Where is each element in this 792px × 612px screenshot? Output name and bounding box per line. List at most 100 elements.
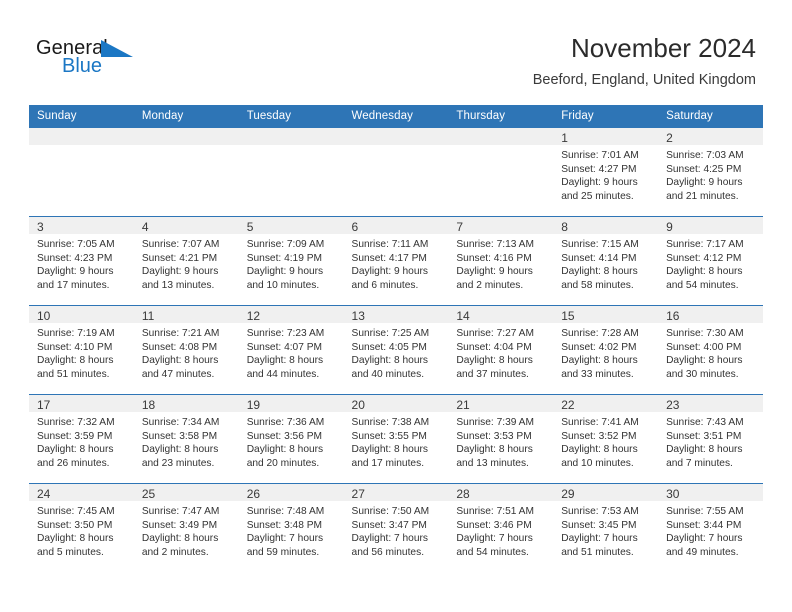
- calendar-day-cell[interactable]: 26 Sunrise: 7:48 AM Sunset: 3:48 PM Dayligh…: [238, 483, 344, 572]
- day-number-band: 6: [343, 217, 449, 234]
- calendar-day-cell[interactable]: 1 Sunrise: 7:01 AM Sunset: 4:27 PM Daylight…: [553, 127, 659, 217]
- day-number: 11: [141, 309, 155, 323]
- day-cell: 9 Sunrise: 7:17 AM Sunset: 4:12 PM Daylight…: [658, 217, 763, 305]
- sunset-text: Sunset: 4:21 PM: [141, 252, 218, 264]
- day-cell: 10 Sunrise: 7:19 AM Sunset: 4:10 PM Dayligh…: [29, 306, 134, 394]
- calendar-day-cell[interactable]: 5 Sunrise: 7:09 AM Sunset: 4:19 PM Daylight…: [238, 216, 344, 306]
- calendar-day-cell[interactable]: 21 Sunrise: 7:39 AM Sunset: 3:53 PM Dayligh…: [448, 394, 554, 484]
- day-details: Sunrise: 7:34 AM Sunset: 3:58 PM Daylight:…: [134, 412, 239, 470]
- calendar-week-row: 3 Sunrise: 7:05 AM Sunset: 4:23 PM Daylight…: [29, 216, 763, 306]
- daylight-text: Daylight: 8 hours: [141, 355, 219, 367]
- daylight-text-cont: and 26 minutes.: [37, 457, 110, 469]
- day-number: 8: [561, 220, 568, 234]
- sunset-text: Sunset: 3:50 PM: [37, 519, 113, 531]
- calendar-day-cell[interactable]: [448, 127, 554, 217]
- daylight-text-cont: and 56 minutes.: [351, 546, 425, 558]
- calendar-day-cell[interactable]: 27 Sunrise: 7:50 AM Sunset: 3:47 PM Dayligh…: [343, 483, 449, 572]
- calendar-day-cell[interactable]: 14 Sunrise: 7:27 AM Sunset: 4:04 PM Dayligh…: [448, 305, 554, 395]
- calendar-day-cell[interactable]: 23 Sunrise: 7:43 AM Sunset: 3:51 PM Dayligh…: [658, 394, 763, 484]
- day-cell: 14 Sunrise: 7:27 AM Sunset: 4:04 PM Dayligh…: [448, 306, 554, 394]
- sunrise-text: Sunrise: 7:25 AM: [351, 328, 430, 339]
- day-number-band: 8: [553, 217, 659, 234]
- calendar-day-cell[interactable]: 3 Sunrise: 7:05 AM Sunset: 4:23 PM Daylight…: [29, 216, 134, 306]
- day-details: Sunrise: 7:45 AM Sunset: 3:50 PM Daylight:…: [29, 501, 134, 559]
- calendar-day-cell[interactable]: [29, 127, 134, 217]
- sunrise-text: Sunrise: 7:09 AM: [246, 239, 325, 250]
- day-number-band: 11: [133, 306, 239, 323]
- sunrise-text: Sunrise: 7:45 AM: [37, 506, 115, 517]
- calendar-day-cell[interactable]: 12 Sunrise: 7:23 AM Sunset: 4:07 PM Dayligh…: [238, 305, 344, 395]
- page-title: November 2024: [571, 33, 756, 63]
- calendar-day-cell[interactable]: 17 Sunrise: 7:32 AM Sunset: 3:59 PM Dayligh…: [29, 394, 134, 484]
- calendar-day-cell[interactable]: 29 Sunrise: 7:53 AM Sunset: 3:45 PM Dayligh…: [553, 483, 659, 572]
- weekday-header-sunday: Sunday: [29, 105, 134, 128]
- day-number: 15: [561, 309, 575, 323]
- calendar-day-cell[interactable]: 6 Sunrise: 7:11 AM Sunset: 4:17 PM Daylight…: [343, 216, 449, 306]
- sunrise-text: Sunrise: 7:11 AM: [351, 239, 429, 250]
- calendar-day-cell[interactable]: 15 Sunrise: 7:28 AM Sunset: 4:02 PM Dayligh…: [553, 305, 659, 395]
- sunrise-text: Sunrise: 7:53 AM: [561, 506, 639, 517]
- weekday-header-tuesday: Tuesday: [238, 105, 344, 128]
- calendar-day-cell[interactable]: 24 Sunrise: 7:45 AM Sunset: 3:50 PM Dayligh…: [29, 483, 134, 572]
- daylight-text: Daylight: 8 hours: [561, 355, 638, 367]
- sunset-text: Sunset: 3:55 PM: [351, 430, 427, 442]
- daylight-text: Daylight: 7 hours: [351, 533, 428, 545]
- daylight-text: Daylight: 9 hours: [141, 266, 219, 278]
- calendar-day-cell[interactable]: 2 Sunrise: 7:03 AM Sunset: 4:25 PM Daylight…: [658, 127, 763, 217]
- sunset-text: Sunset: 4:10 PM: [37, 341, 113, 353]
- day-cell: 15 Sunrise: 7:28 AM Sunset: 4:02 PM Dayligh…: [553, 306, 659, 394]
- weekday-header-saturday: Saturday: [658, 105, 763, 128]
- daylight-text-cont: and 37 minutes.: [456, 368, 529, 380]
- sunset-text: Sunset: 3:58 PM: [141, 430, 218, 442]
- sunrise-text: Sunrise: 7:21 AM: [141, 328, 220, 339]
- day-number-band: 23: [658, 395, 763, 412]
- calendar-day-cell[interactable]: [343, 127, 449, 217]
- sunrise-text: Sunrise: 7:47 AM: [141, 506, 220, 517]
- day-cell: 29 Sunrise: 7:53 AM Sunset: 3:45 PM Dayligh…: [553, 484, 659, 572]
- weekday-header-thursday: Thursday: [448, 105, 554, 128]
- day-cell-empty: [448, 128, 554, 216]
- daylight-text: Daylight: 8 hours: [561, 444, 638, 456]
- sunrise-text: Sunrise: 7:38 AM: [351, 417, 430, 428]
- calendar-day-cell[interactable]: 25 Sunrise: 7:47 AM Sunset: 3:49 PM Dayligh…: [133, 483, 239, 572]
- calendar-day-cell[interactable]: 20 Sunrise: 7:38 AM Sunset: 3:55 PM Dayligh…: [343, 394, 449, 484]
- daylight-text: Daylight: 8 hours: [37, 533, 114, 545]
- day-number: 28: [456, 487, 470, 501]
- sunrise-text: Sunrise: 7:03 AM: [666, 150, 744, 161]
- calendar-day-cell[interactable]: 28 Sunrise: 7:51 AM Sunset: 3:46 PM Dayligh…: [448, 483, 554, 572]
- calendar-day-cell[interactable]: 13 Sunrise: 7:25 AM Sunset: 4:05 PM Dayligh…: [343, 305, 449, 395]
- calendar-day-cell[interactable]: 10 Sunrise: 7:19 AM Sunset: 4:10 PM Dayligh…: [29, 305, 134, 395]
- calendar-day-cell[interactable]: 7 Sunrise: 7:13 AM Sunset: 4:16 PM Daylight…: [448, 216, 554, 306]
- day-number-band: 26: [238, 484, 344, 501]
- day-details: Sunrise: 7:30 AM Sunset: 4:00 PM Daylight:…: [658, 323, 763, 381]
- calendar-day-cell[interactable]: 18 Sunrise: 7:34 AM Sunset: 3:58 PM Dayligh…: [133, 394, 239, 484]
- calendar-day-cell[interactable]: [133, 127, 239, 217]
- calendar-day-cell[interactable]: 22 Sunrise: 7:41 AM Sunset: 3:52 PM Dayligh…: [553, 394, 659, 484]
- calendar-day-cell[interactable]: 4 Sunrise: 7:07 AM Sunset: 4:21 PM Daylight…: [133, 216, 239, 306]
- daylight-text: Daylight: 9 hours: [456, 266, 533, 278]
- sunset-text: Sunset: 4:05 PM: [351, 341, 427, 353]
- brand-logo[interactable]: General Blue: [36, 38, 166, 84]
- calendar-day-cell[interactable]: 8 Sunrise: 7:15 AM Sunset: 4:14 PM Daylight…: [553, 216, 659, 306]
- daylight-text-cont: and 13 minutes.: [141, 279, 215, 291]
- daylight-text: Daylight: 7 hours: [456, 533, 533, 545]
- day-cell: 23 Sunrise: 7:43 AM Sunset: 3:51 PM Dayligh…: [658, 395, 763, 483]
- sunrise-text: Sunrise: 7:17 AM: [666, 239, 744, 250]
- calendar-day-cell[interactable]: 11 Sunrise: 7:21 AM Sunset: 4:08 PM Dayligh…: [133, 305, 239, 395]
- day-number-band: 15: [553, 306, 659, 323]
- calendar-day-cell[interactable]: 19 Sunrise: 7:36 AM Sunset: 3:56 PM Dayligh…: [238, 394, 344, 484]
- calendar-day-cell[interactable]: 30 Sunrise: 7:55 AM Sunset: 3:44 PM Dayligh…: [658, 483, 763, 572]
- calendar-day-cell[interactable]: 16 Sunrise: 7:30 AM Sunset: 4:00 PM Dayligh…: [658, 305, 763, 395]
- day-details: Sunrise: 7:23 AM Sunset: 4:07 PM Daylight:…: [239, 323, 344, 381]
- day-number-band: [343, 128, 449, 145]
- sunset-text: Sunset: 4:14 PM: [561, 252, 637, 264]
- weekday-header-row: Sunday Monday Tuesday Wednesday Thursday…: [29, 105, 763, 128]
- calendar-day-cell[interactable]: [238, 127, 344, 217]
- day-number-band: 4: [133, 217, 239, 234]
- daylight-text: Daylight: 8 hours: [351, 355, 428, 367]
- day-number-band: 19: [238, 395, 344, 412]
- sunset-text: Sunset: 3:47 PM: [351, 519, 427, 531]
- day-number-band: [29, 128, 134, 145]
- calendar-day-cell[interactable]: 9 Sunrise: 7:17 AM Sunset: 4:12 PM Daylight…: [658, 216, 763, 306]
- sunrise-text: Sunrise: 7:07 AM: [141, 239, 220, 250]
